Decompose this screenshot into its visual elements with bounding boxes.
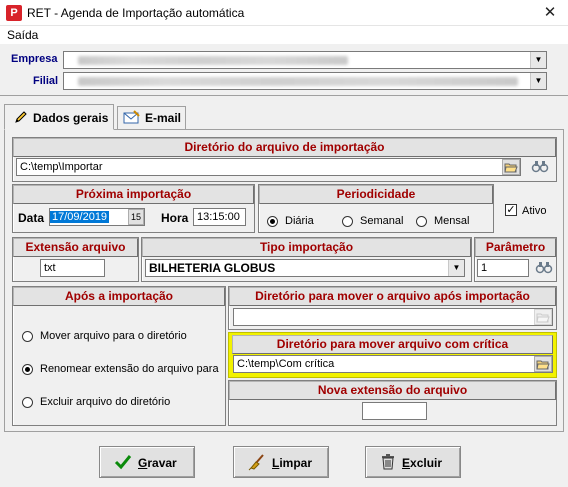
calendar-icon[interactable]: 15 [128,209,144,225]
radio-renomear-label: Renomear extensão do arquivo para [40,363,219,375]
radio-mover[interactable] [22,331,33,342]
data-value: 17/09/2019 [50,211,110,223]
diretorio-importacao-header: Diretório do arquivo de importação [13,138,556,157]
check-icon [114,455,132,470]
extensao-header: Extensão arquivo [13,238,138,257]
hora-label: Hora [161,211,189,225]
filial-select[interactable]: ▼ [63,72,547,90]
trash-icon [382,454,394,470]
radio-mensal-label: Mensal [434,215,470,227]
excluir-accel: E [402,456,411,470]
diretorio-critica-header: Diretório para mover arquivo com crítica [232,335,553,354]
diretorio-importacao-input[interactable]: C:\temp\Importar [16,158,521,176]
close-window-icon[interactable]: ✕ [535,2,565,24]
gravar-label: ravar [147,456,177,470]
radio-diaria-label: Diária [285,215,314,227]
filial-label: Filial [33,75,59,87]
proxima-importacao-header: Próxima importação [13,185,254,204]
empresa-value-redacted [78,56,348,65]
diretorio-mover-header: Diretório para mover o arquivo após impo… [229,287,556,306]
chevron-down-icon[interactable]: ▼ [530,52,546,68]
filial-value-redacted [78,77,518,86]
radio-diaria[interactable] [267,216,278,227]
tab-label: E-mail [145,111,182,125]
tipo-importacao-header: Tipo importação [142,238,471,257]
parametro-input[interactable]: 1 [477,259,529,277]
diretorio-mover-input[interactable] [233,308,553,326]
binoculars-icon[interactable] [531,159,551,175]
parametro-header: Parâmetro [475,238,556,257]
apos-importacao-header: Após a importação [13,287,225,306]
data-label: Data [18,211,45,225]
gravar-accel: G [138,456,148,470]
menu-item-saida[interactable]: Saída [7,28,38,42]
tab-dados-gerais[interactable]: Dados gerais [4,104,114,130]
chevron-down-icon[interactable]: ▼ [530,73,546,89]
ativo-label: Ativo [522,205,547,217]
gravar-button[interactable]: Gravar [99,446,195,478]
open-folder-icon[interactable] [502,159,520,175]
app-logo-icon: P [6,5,22,21]
nova-extensao-header: Nova extensão do arquivo [229,381,556,400]
envelope-icon [123,110,140,124]
broom-icon [248,454,264,471]
tab-email[interactable]: E-mail [117,106,186,129]
radio-semanal[interactable] [342,216,353,227]
window-title: RET - Agenda de Importação automática [27,6,245,20]
excluir-button[interactable]: Excluir [365,446,461,478]
nova-extensao-input[interactable] [362,402,427,420]
radio-excluir-label: Excluir arquivo do diretório [40,396,171,408]
tipo-importacao-select[interactable]: BILHETERIA GLOBUS [145,259,465,277]
radio-semanal-label: Semanal [360,215,404,227]
pencil-icon [15,111,27,123]
diretorio-critica-input[interactable]: C:\temp\Com crítica [233,355,553,373]
radio-renomear[interactable] [22,364,33,375]
divider [0,95,568,96]
limpar-button[interactable]: Limpar [233,446,329,478]
menu-bar [0,26,568,44]
hora-input[interactable]: 13:15:00 [193,208,246,226]
ativo-checkbox[interactable]: ✓ [505,204,517,216]
open-folder-icon[interactable] [534,356,552,372]
periodicidade-header: Periodicidade [259,185,493,204]
binoculars-icon[interactable] [535,260,555,276]
excluir-label: xcluir [410,456,443,470]
empresa-label: Empresa [11,53,58,65]
empresa-select[interactable]: ▼ [63,51,547,69]
chevron-down-icon[interactable]: ▼ [448,260,464,276]
tab-label: Dados gerais [33,111,109,125]
extensao-input[interactable]: txt [40,259,105,277]
radio-mensal[interactable] [416,216,427,227]
open-folder-icon[interactable] [534,309,552,325]
radio-excluir[interactable] [22,397,33,408]
radio-mover-label: Mover arquivo para o diretório [40,330,187,342]
limpar-label: impar [279,456,313,470]
